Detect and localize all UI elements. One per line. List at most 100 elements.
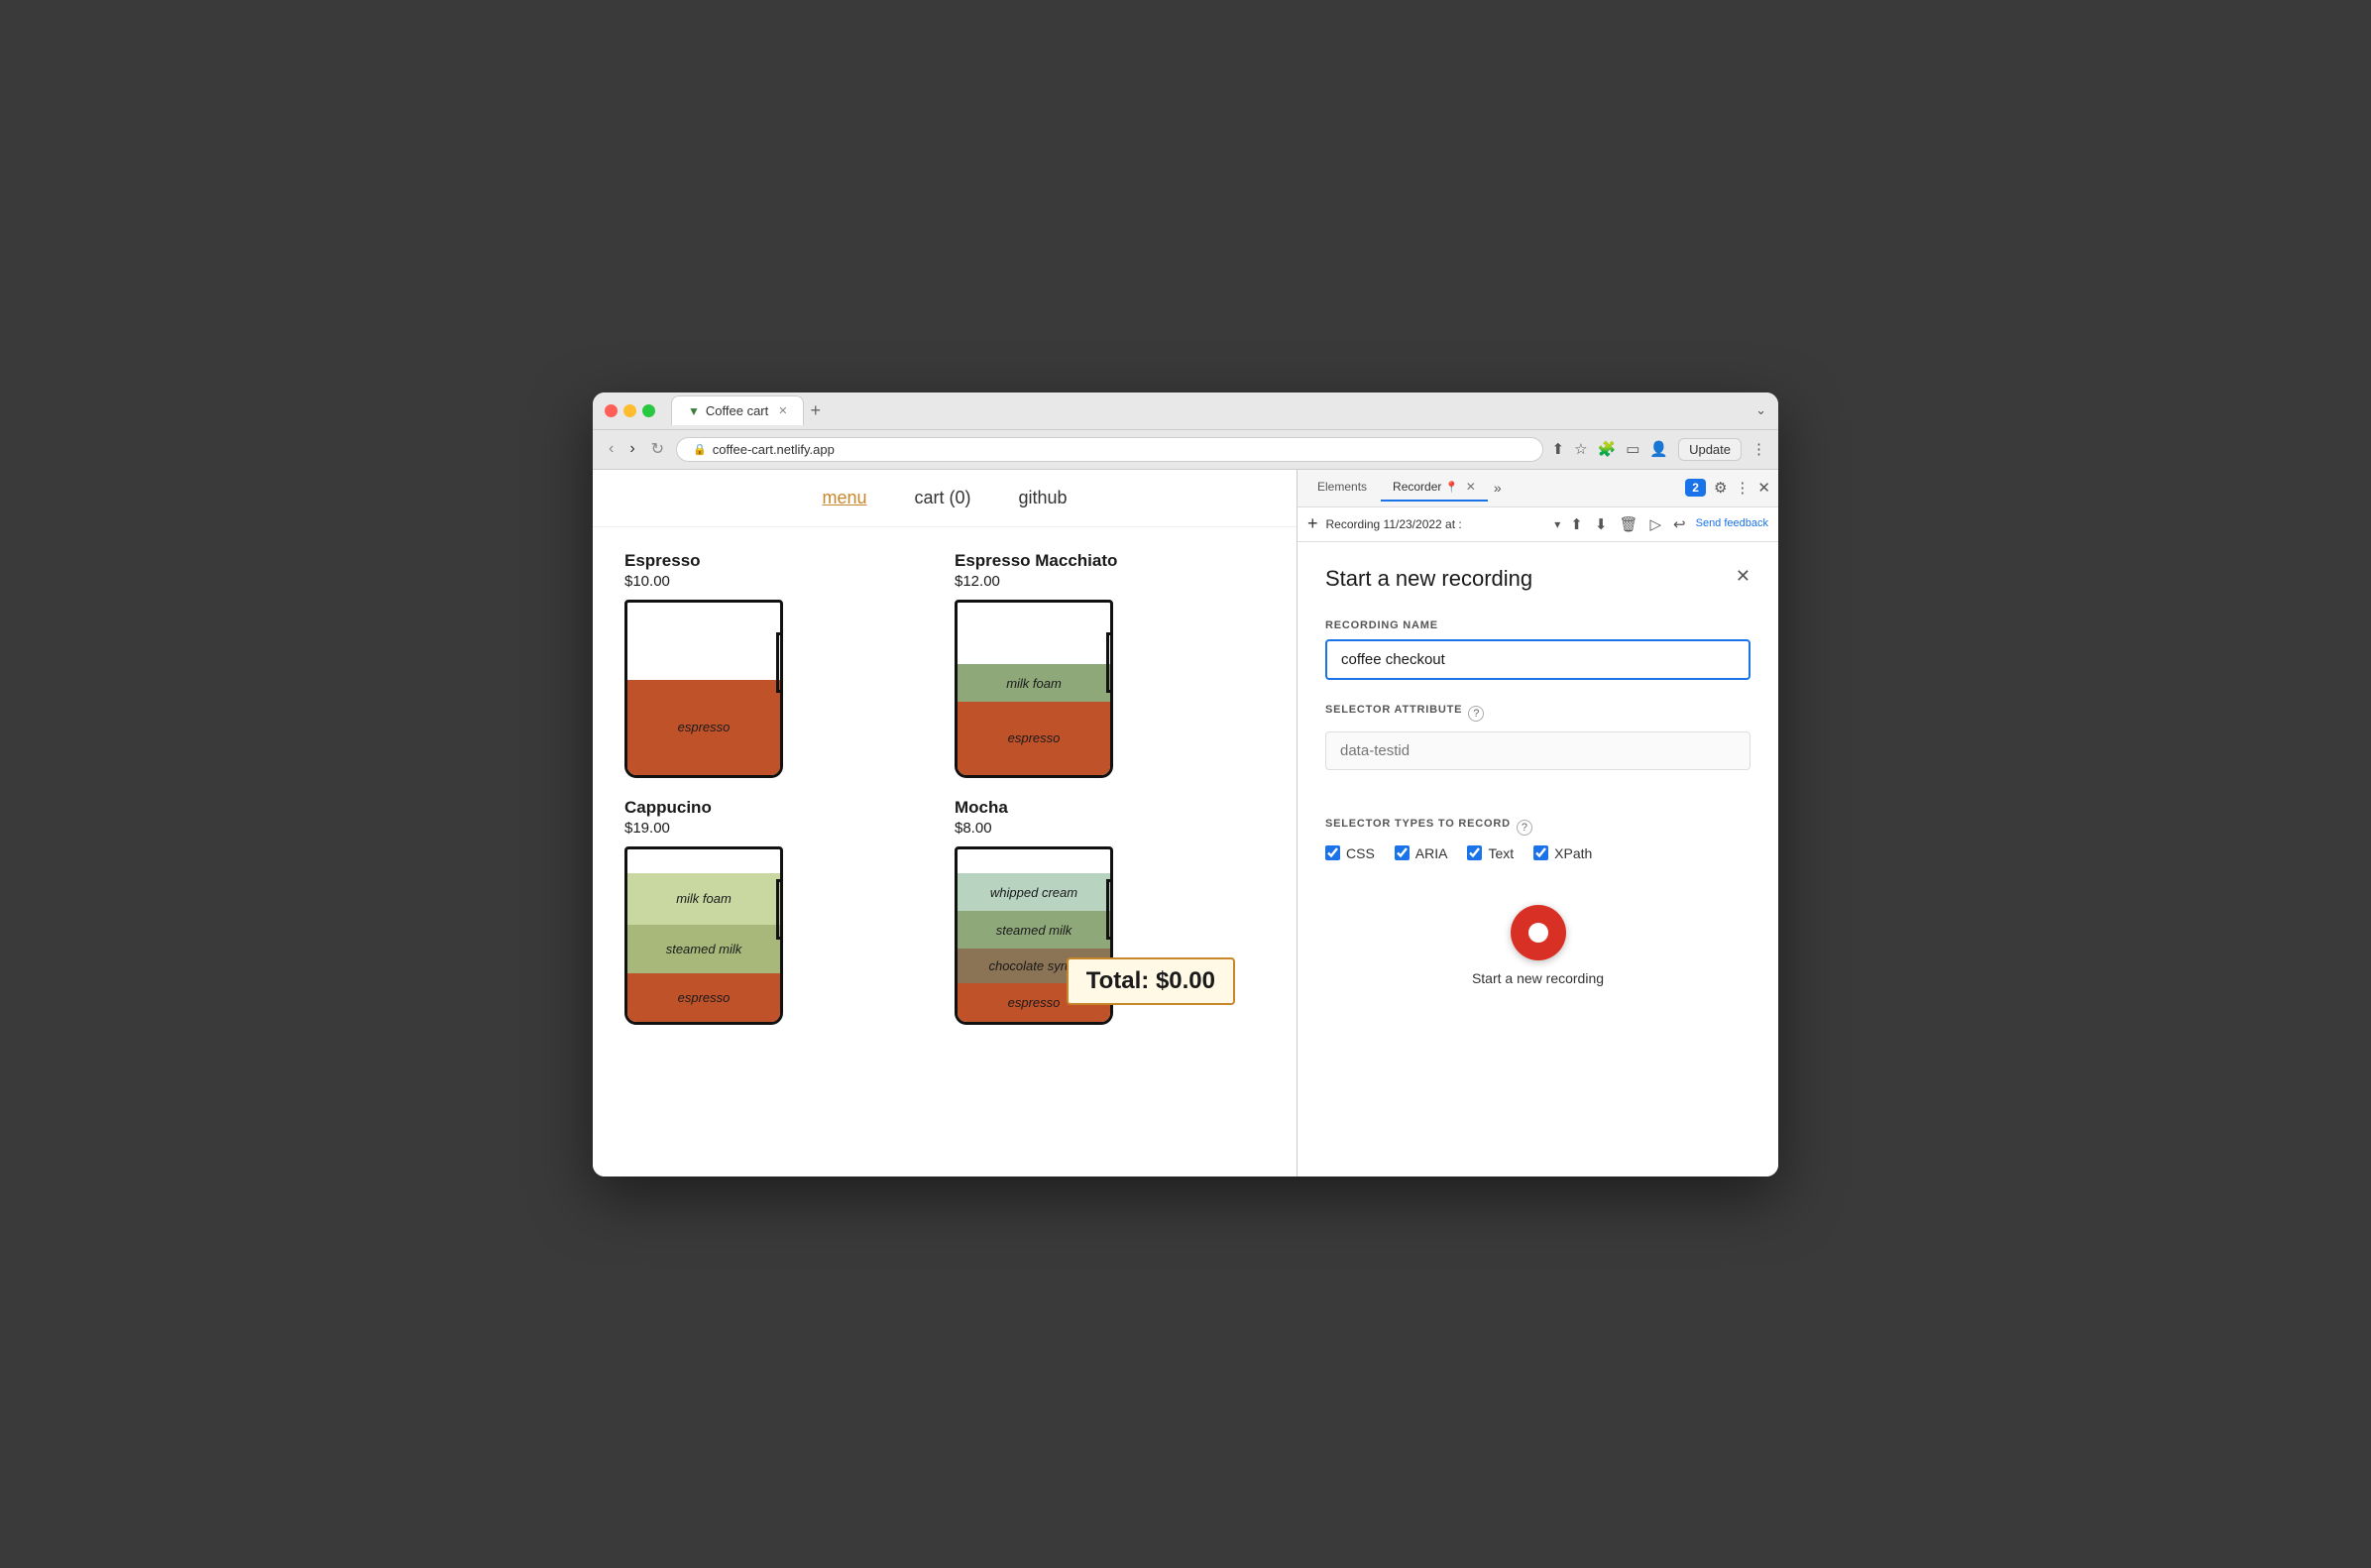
selector-types-label-row: SELECTOR TYPES TO RECORD ? bbox=[1325, 818, 1750, 838]
start-recording-button[interactable] bbox=[1511, 905, 1566, 960]
recording-toolbar: + Recording 11/23/2022 at : ▾ ⬆ ⬇ 🗑 ▷ ↩ … bbox=[1298, 507, 1778, 542]
sidebar-icon[interactable]: ▭ bbox=[1626, 440, 1639, 458]
recording-replay-icon[interactable]: ↩ bbox=[1671, 513, 1688, 535]
url-text: coffee-cart.netlify.app bbox=[713, 442, 835, 457]
record-inner-circle bbox=[1528, 923, 1548, 943]
back-button[interactable]: ‹ bbox=[605, 438, 618, 460]
refresh-button[interactable]: ↻ bbox=[647, 437, 668, 461]
send-feedback-link[interactable]: Send feedback bbox=[1696, 516, 1768, 530]
tab-close-icon[interactable]: ✕ bbox=[778, 404, 787, 417]
record-button-section: Start a new recording bbox=[1325, 885, 1750, 1006]
tab-elements[interactable]: Elements bbox=[1305, 474, 1379, 502]
coffee-price-cappucino: $19.00 bbox=[624, 820, 935, 837]
minimize-button[interactable] bbox=[623, 404, 636, 417]
address-bar: ‹ › ↻ 🔒 coffee-cart.netlify.app ⬆ ☆ 🧩 ▭ … bbox=[593, 430, 1778, 470]
coffee-item-espresso[interactable]: Espresso $10.00 espresso bbox=[624, 551, 935, 778]
selector-attr-help-icon[interactable]: ? bbox=[1468, 706, 1484, 722]
devtools-tab-bar: Elements Recorder 📍 ✕ » 2 ⚙ ⋮ ✕ bbox=[1298, 470, 1778, 507]
aria-checkbox[interactable] bbox=[1395, 845, 1410, 860]
coffee-item-mocha[interactable]: Mocha $8.00 espresso chocolate syrup ste… bbox=[955, 798, 1265, 1025]
nav-menu[interactable]: menu bbox=[822, 488, 866, 508]
checkbox-aria[interactable]: ARIA bbox=[1395, 845, 1448, 861]
em-espresso-layer: espresso bbox=[958, 702, 1110, 774]
profile-icon[interactable]: 👤 bbox=[1649, 440, 1668, 458]
recording-download-icon[interactable]: ⬇ bbox=[1593, 513, 1610, 535]
selector-attr-label: SELECTOR ATTRIBUTE bbox=[1325, 704, 1462, 716]
selector-attr-label-row: SELECTOR ATTRIBUTE ? bbox=[1325, 704, 1750, 724]
coffee-price-mocha: $8.00 bbox=[955, 820, 1265, 837]
selector-types-help-icon[interactable]: ? bbox=[1517, 820, 1532, 836]
coffee-item-macchiato[interactable]: Espresso Macchiato $12.00 espresso milk … bbox=[955, 551, 1265, 778]
xpath-checkbox[interactable] bbox=[1533, 845, 1548, 860]
tab-recorder[interactable]: Recorder 📍 ✕ bbox=[1381, 474, 1488, 502]
tab-favicon: ▼ bbox=[688, 404, 700, 418]
extensions-icon[interactable]: 🧩 bbox=[1598, 440, 1617, 458]
bookmark-icon[interactable]: ☆ bbox=[1574, 440, 1587, 458]
recorder-tab-close-icon[interactable]: ✕ bbox=[1466, 480, 1476, 494]
em-foam-layer: milk foam bbox=[958, 664, 1110, 702]
dialog-close-button[interactable]: ✕ bbox=[1736, 566, 1750, 587]
add-recording-icon[interactable]: + bbox=[1307, 513, 1318, 534]
devtools-panel: Elements Recorder 📍 ✕ » 2 ⚙ ⋮ ✕ + Reco bbox=[1297, 470, 1778, 1176]
checkbox-text[interactable]: Text bbox=[1467, 845, 1514, 861]
selector-attribute-section: SELECTOR ATTRIBUTE ? bbox=[1325, 704, 1750, 794]
new-tab-button[interactable]: + bbox=[810, 401, 821, 419]
mug-espresso: espresso bbox=[624, 600, 783, 778]
text-checkbox[interactable] bbox=[1467, 845, 1482, 860]
coffee-name-cappucino: Cappucino bbox=[624, 798, 935, 818]
mug-macchiato: espresso milk foam bbox=[955, 600, 1113, 778]
toolbar-icons: ⬆ ☆ 🧩 ▭ 👤 Update ⋮ bbox=[1551, 438, 1766, 461]
nav-github[interactable]: github bbox=[1019, 488, 1068, 508]
coffee-name-mocha: Mocha bbox=[955, 798, 1265, 818]
tab-title: Coffee cart bbox=[706, 403, 768, 418]
browser-window: ▼ Coffee cart ✕ + ⌄ ‹ › ↻ 🔒 coffee-cart.… bbox=[593, 392, 1778, 1176]
maximize-button[interactable] bbox=[642, 404, 655, 417]
recording-upload-icon[interactable]: ⬆ bbox=[1568, 513, 1585, 535]
total-badge: Total: $0.00 bbox=[1067, 957, 1235, 1005]
checkbox-xpath[interactable]: XPath bbox=[1533, 845, 1592, 861]
update-button[interactable]: Update bbox=[1678, 438, 1742, 461]
recording-name-label: RECORDING NAME bbox=[1325, 619, 1750, 631]
recording-name-display: Recording 11/23/2022 at : bbox=[1326, 517, 1547, 531]
share-icon[interactable]: ⬆ bbox=[1551, 440, 1564, 458]
coffee-price-macchiato: $12.00 bbox=[955, 573, 1265, 590]
checkbox-css[interactable]: CSS bbox=[1325, 845, 1375, 861]
pin-icon: 📍 bbox=[1445, 482, 1459, 494]
coffee-name-espresso: Espresso bbox=[624, 551, 935, 571]
title-bar: ▼ Coffee cart ✕ + ⌄ bbox=[593, 392, 1778, 430]
devtools-right-icons: 2 ⚙ ⋮ ✕ bbox=[1685, 479, 1770, 497]
forward-button[interactable]: › bbox=[625, 438, 638, 460]
dialog-title: Start a new recording bbox=[1325, 566, 1532, 592]
mocha-steamed-layer: steamed milk bbox=[958, 911, 1110, 949]
main-content: menu cart (0) github Espresso $10.00 esp… bbox=[593, 470, 1778, 1176]
selector-types-label: SELECTOR TYPES TO RECORD bbox=[1325, 818, 1511, 830]
url-bar[interactable]: 🔒 coffee-cart.netlify.app bbox=[676, 437, 1543, 462]
recording-delete-icon[interactable]: 🗑 bbox=[1617, 513, 1639, 535]
more-icon[interactable]: ⋮ bbox=[1751, 440, 1766, 458]
recording-play-icon[interactable]: ▷ bbox=[1647, 513, 1663, 535]
browser-tab[interactable]: ▼ Coffee cart ✕ bbox=[671, 395, 804, 425]
css-checkbox[interactable] bbox=[1325, 845, 1340, 860]
app-nav: menu cart (0) github bbox=[593, 470, 1297, 527]
traffic-lights bbox=[605, 404, 655, 417]
close-button[interactable] bbox=[605, 404, 618, 417]
recording-chevron-icon[interactable]: ▾ bbox=[1554, 517, 1560, 531]
cap-steamed-layer: steamed milk bbox=[627, 925, 780, 973]
devtools-menu-icon[interactable]: ⋮ bbox=[1735, 479, 1750, 497]
devtools-more-tabs-icon[interactable]: » bbox=[1494, 480, 1502, 496]
devtools-close-icon[interactable]: ✕ bbox=[1757, 479, 1770, 497]
window-menu-icon[interactable]: ⌄ bbox=[1755, 402, 1766, 418]
espresso-layer: espresso bbox=[627, 680, 780, 775]
selector-attr-input[interactable] bbox=[1325, 731, 1750, 770]
devtools-settings-icon[interactable]: ⚙ bbox=[1714, 479, 1727, 497]
lock-icon: 🔒 bbox=[693, 443, 707, 456]
cap-espresso-layer: espresso bbox=[627, 973, 780, 1022]
recording-name-field: RECORDING NAME bbox=[1325, 619, 1750, 704]
nav-cart[interactable]: cart (0) bbox=[914, 488, 970, 508]
mug-cappucino: espresso steamed milk milk foam bbox=[624, 846, 783, 1025]
coffee-price-espresso: $10.00 bbox=[624, 573, 935, 590]
recording-name-input[interactable] bbox=[1325, 639, 1750, 680]
devtools-badge: 2 bbox=[1685, 479, 1706, 497]
coffee-app: menu cart (0) github Espresso $10.00 esp… bbox=[593, 470, 1297, 1176]
coffee-item-cappucino[interactable]: Cappucino $19.00 espresso steamed milk m… bbox=[624, 798, 935, 1025]
